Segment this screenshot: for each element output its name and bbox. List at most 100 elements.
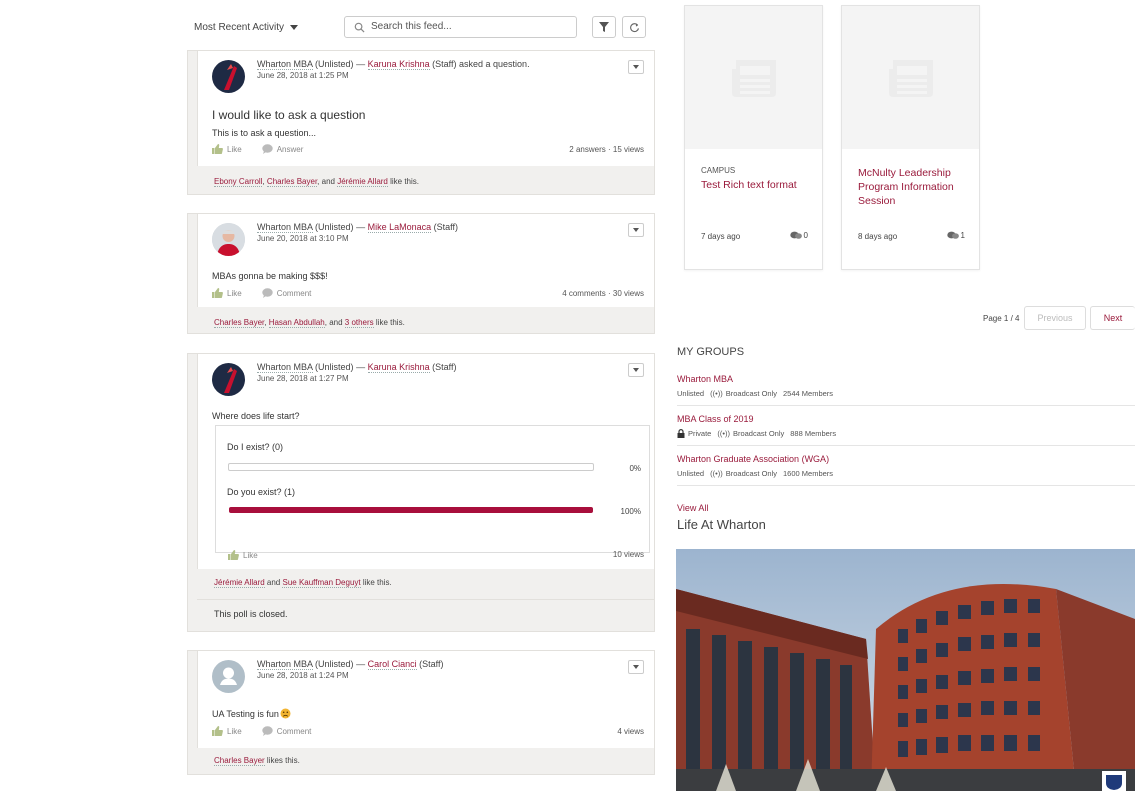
likes-separator: and bbox=[264, 578, 283, 587]
post-menu-button[interactable] bbox=[628, 60, 644, 74]
next-button[interactable]: Next bbox=[1090, 306, 1135, 330]
like-button[interactable]: Like bbox=[212, 726, 242, 736]
thumbs-up-icon bbox=[212, 726, 223, 736]
group-name[interactable]: Wharton Graduate Association (WGA) bbox=[677, 454, 829, 464]
avatar bbox=[212, 363, 245, 396]
group-name[interactable]: Wharton MBA bbox=[677, 374, 733, 384]
post-menu-button[interactable] bbox=[628, 660, 644, 674]
refresh-icon bbox=[629, 22, 639, 32]
poll-option-label: Do I exist? (0) bbox=[227, 442, 284, 452]
broadcast-icon: ((•)) bbox=[717, 429, 730, 438]
post-actions: Like Comment bbox=[212, 288, 331, 298]
life-at-wharton-heading: Life At Wharton bbox=[677, 517, 766, 532]
avatar bbox=[212, 223, 245, 256]
likes-separator: , and bbox=[324, 318, 345, 327]
author-link[interactable]: Mike LaMonaca bbox=[367, 222, 432, 233]
group-name[interactable]: MBA Class of 2019 bbox=[677, 414, 754, 424]
liker-link[interactable]: 3 others bbox=[344, 318, 374, 328]
comment-button[interactable]: Comment bbox=[261, 288, 312, 298]
header-dash: — bbox=[356, 222, 366, 232]
likes-line: Jérémie Allard and Sue Kauffman Deguyt l… bbox=[214, 578, 392, 588]
visibility-label: (Unlisted) bbox=[315, 659, 354, 669]
group-item[interactable]: Wharton MBA Unlisted ((•)) Broadcast Only 2… bbox=[677, 374, 1135, 406]
liker-link[interactable]: Sue Kauffman Deguyt bbox=[282, 578, 361, 588]
resource-card[interactable]: CAMPUS Test Rich text format 7 days ago … bbox=[684, 5, 823, 270]
previous-button[interactable]: Previous bbox=[1024, 306, 1086, 330]
answer-label: Answer bbox=[276, 144, 304, 154]
like-label: Like bbox=[227, 288, 242, 298]
resource-title[interactable]: McNulty Leadership Program Information S… bbox=[858, 166, 973, 208]
post-menu-button[interactable] bbox=[628, 223, 644, 237]
liker-link[interactable]: Charles Bayer bbox=[214, 318, 265, 328]
answer-button[interactable]: Answer bbox=[261, 144, 304, 154]
likes-line: Ebony Carroll, Charles Bayer, and Jérémi… bbox=[214, 177, 419, 187]
thumbs-up-icon bbox=[212, 144, 223, 154]
feed-toolbar: Most Recent Activity Search this feed... bbox=[194, 14, 654, 40]
post-header: Wharton MBA (Unlisted) — Carol Cianci (S… bbox=[257, 659, 444, 670]
post-header: Wharton MBA (Unlisted) — Karuna Krishna … bbox=[257, 362, 457, 373]
group-meta: Unlisted ((•)) Broadcast Only 1600 Members bbox=[677, 469, 833, 478]
group-link[interactable]: Wharton MBA bbox=[257, 59, 313, 70]
filter-button[interactable] bbox=[592, 16, 616, 38]
like-button[interactable]: Like bbox=[212, 288, 242, 298]
group-members: 888 Members bbox=[790, 429, 837, 438]
group-broadcast: Broadcast Only bbox=[725, 389, 778, 398]
resource-age: 7 days ago bbox=[701, 232, 741, 241]
like-button[interactable]: Like bbox=[212, 144, 242, 154]
resource-card[interactable]: McNulty Leadership Program Information S… bbox=[841, 5, 980, 270]
author-link[interactable]: Karuna Krishna bbox=[367, 362, 430, 373]
sort-dropdown[interactable]: Most Recent Activity bbox=[194, 22, 299, 33]
liker-link[interactable]: Jérémie Allard bbox=[337, 177, 388, 187]
view-all-groups-link[interactable]: View All bbox=[677, 503, 708, 513]
resource-title[interactable]: Test Rich text format bbox=[701, 178, 816, 192]
post-header: Wharton MBA (Unlisted) — Mike LaMonaca (… bbox=[257, 222, 458, 233]
comment-count: 0 bbox=[803, 231, 808, 240]
liker-link[interactable]: Jérémie Allard bbox=[214, 578, 265, 588]
group-item[interactable]: Wharton Graduate Association (WGA) Unlis… bbox=[677, 454, 1135, 486]
search-icon bbox=[354, 22, 365, 33]
group-link[interactable]: Wharton MBA bbox=[257, 659, 313, 670]
post-stats: 2 answers · 15 views bbox=[569, 145, 644, 154]
chevron-down-icon bbox=[633, 228, 639, 232]
resource-thumbnail bbox=[685, 6, 822, 149]
liker-link[interactable]: Ebony Carroll bbox=[214, 177, 263, 187]
author-link[interactable]: Karuna Krishna bbox=[367, 59, 430, 70]
header-dash: — bbox=[356, 59, 366, 69]
post-date: June 28, 2018 at 1:27 PM bbox=[257, 374, 349, 383]
author-link[interactable]: Carol Cianci bbox=[367, 659, 417, 670]
resource-comment-count: 0 bbox=[789, 231, 808, 240]
author-role: (Staff) bbox=[433, 222, 458, 232]
group-meta: Private ((•)) Broadcast Only 888 Members bbox=[677, 429, 836, 438]
group-link[interactable]: Wharton MBA bbox=[257, 362, 313, 373]
liker-link[interactable]: Charles Bayer bbox=[214, 756, 265, 766]
like-label: Like bbox=[243, 550, 258, 560]
filter-icon bbox=[599, 22, 609, 32]
search-input[interactable]: Search this feed... bbox=[344, 16, 577, 38]
likes-suffix: like this. bbox=[360, 578, 392, 587]
comment-label: Comment bbox=[276, 288, 312, 298]
resource-category: CAMPUS bbox=[701, 166, 736, 175]
group-link[interactable]: Wharton MBA bbox=[257, 222, 313, 233]
liker-link[interactable]: Charles Bayer bbox=[266, 177, 318, 187]
likes-suffix: like this. bbox=[373, 318, 405, 327]
comment-button[interactable]: Comment bbox=[261, 726, 311, 736]
feed-post: Wharton MBA (Unlisted) — Karuna Krishna … bbox=[187, 50, 655, 195]
chevron-down-icon bbox=[633, 665, 639, 669]
chevron-down-icon bbox=[290, 24, 299, 30]
poll-option-bar bbox=[228, 463, 594, 471]
thumbs-up-icon bbox=[212, 288, 223, 298]
post-menu-button[interactable] bbox=[628, 363, 644, 377]
resource-thumbnail bbox=[842, 6, 979, 149]
author-role: (Staff) bbox=[419, 659, 444, 669]
group-item[interactable]: MBA Class of 2019 Private ((•)) Broadcast … bbox=[677, 414, 1135, 446]
like-button[interactable]: Like bbox=[228, 550, 258, 560]
page-indicator: Page 1 / 4 bbox=[983, 314, 1020, 323]
liker-link[interactable]: Hasan Abdullah bbox=[268, 318, 325, 328]
newspaper-icon bbox=[888, 59, 933, 97]
post-date: June 28, 2018 at 1:25 PM bbox=[257, 71, 349, 80]
poll-closed-note: This poll is closed. bbox=[214, 609, 288, 619]
header-dash: — bbox=[356, 362, 366, 372]
resource-age: 8 days ago bbox=[858, 232, 898, 241]
group-broadcast: Broadcast Only bbox=[725, 469, 778, 478]
refresh-button[interactable] bbox=[622, 16, 646, 38]
